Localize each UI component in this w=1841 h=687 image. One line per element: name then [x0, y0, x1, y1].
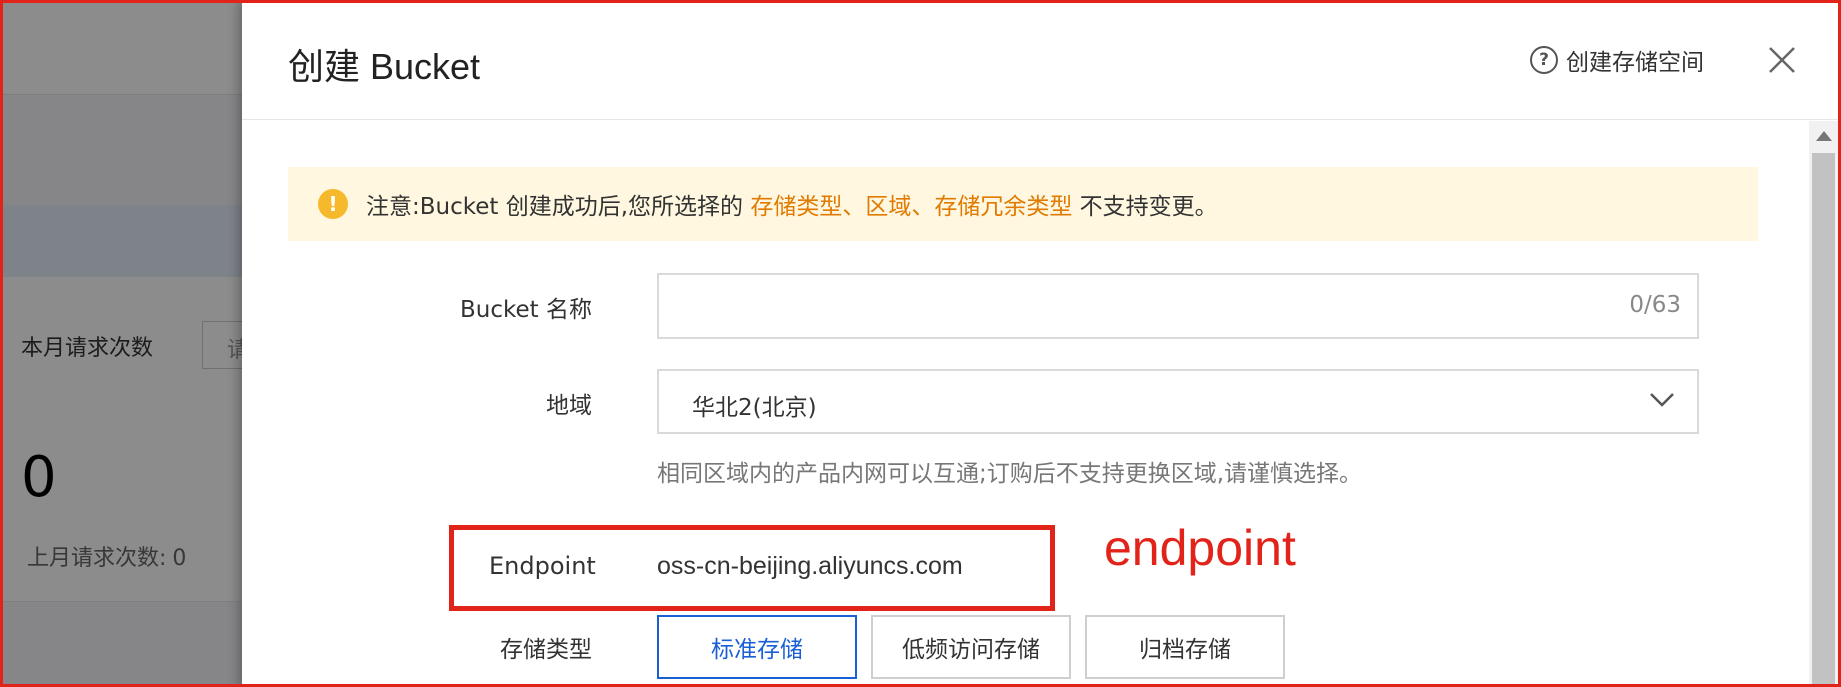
scrollbar-thumb[interactable]: [1812, 153, 1835, 687]
scroll-up-button[interactable]: [1809, 121, 1838, 151]
notice-separator: 、: [842, 194, 866, 220]
bucket-name-input[interactable]: 0/63: [657, 273, 1699, 339]
modal-overlay[interactable]: [0, 0, 242, 687]
storage-class-infrequent[interactable]: 低频访问存储: [871, 615, 1071, 679]
warning-notice: ! 注意:Bucket 创建成功后,您所选择的 存储类型 、 区域 、 存储冗余…: [288, 167, 1758, 241]
background-page: 本月请求次数 请 0 上月请求次数:0: [0, 0, 242, 687]
notice-highlight-storage-class: 存储类型: [750, 194, 843, 220]
notice-highlight-region: 区域: [865, 194, 912, 220]
storage-class-standard[interactable]: 标准存储: [657, 615, 857, 679]
notice-suffix: 不支持变更。: [1072, 194, 1218, 220]
close-button[interactable]: [1762, 40, 1802, 80]
region-select[interactable]: 华北2(北京): [657, 369, 1699, 434]
region-label: 地域: [546, 393, 592, 419]
storage-class-label: 存储类型: [500, 637, 592, 663]
close-icon: [1769, 47, 1795, 73]
notice-separator: 、: [911, 194, 935, 220]
scrollbar[interactable]: [1809, 121, 1838, 687]
chevron-down-icon: [1650, 393, 1674, 407]
storage-class-archive[interactable]: 归档存储: [1085, 615, 1285, 679]
drawer-header: 创建 Bucket ? 创建存储空间: [242, 0, 1841, 120]
region-hint: 相同区域内的产品内网可以互通;订购后不支持更换区域,请谨慎选择。: [657, 461, 1363, 487]
create-bucket-drawer: 创建 Bucket ? 创建存储空间 ! 注意:Bucket 创建成功后,您所选…: [242, 0, 1841, 687]
endpoint-label: Endpoint: [489, 552, 596, 580]
notice-highlight-redundancy: 存储冗余类型: [934, 194, 1073, 220]
drawer-title: 创建 Bucket: [288, 46, 481, 87]
region-selected-value: 华北2(北京): [692, 395, 817, 421]
endpoint-value: oss-cn-beijing.aliyuncs.com: [657, 552, 963, 580]
question-circle-icon: ?: [1530, 46, 1558, 74]
bucket-name-counter: 0/63: [1629, 292, 1681, 318]
bucket-name-label: Bucket 名称: [460, 297, 592, 323]
create-bucket-help-link[interactable]: ? 创建存储空间: [1530, 44, 1704, 76]
help-link-label: 创建存储空间: [1566, 50, 1704, 76]
notice-prefix: 注意:Bucket 创建成功后,您所选择的: [366, 194, 751, 220]
triangle-up-icon: [1815, 131, 1832, 141]
endpoint-annotation: endpoint: [1104, 520, 1296, 576]
warning-icon: !: [318, 189, 348, 219]
